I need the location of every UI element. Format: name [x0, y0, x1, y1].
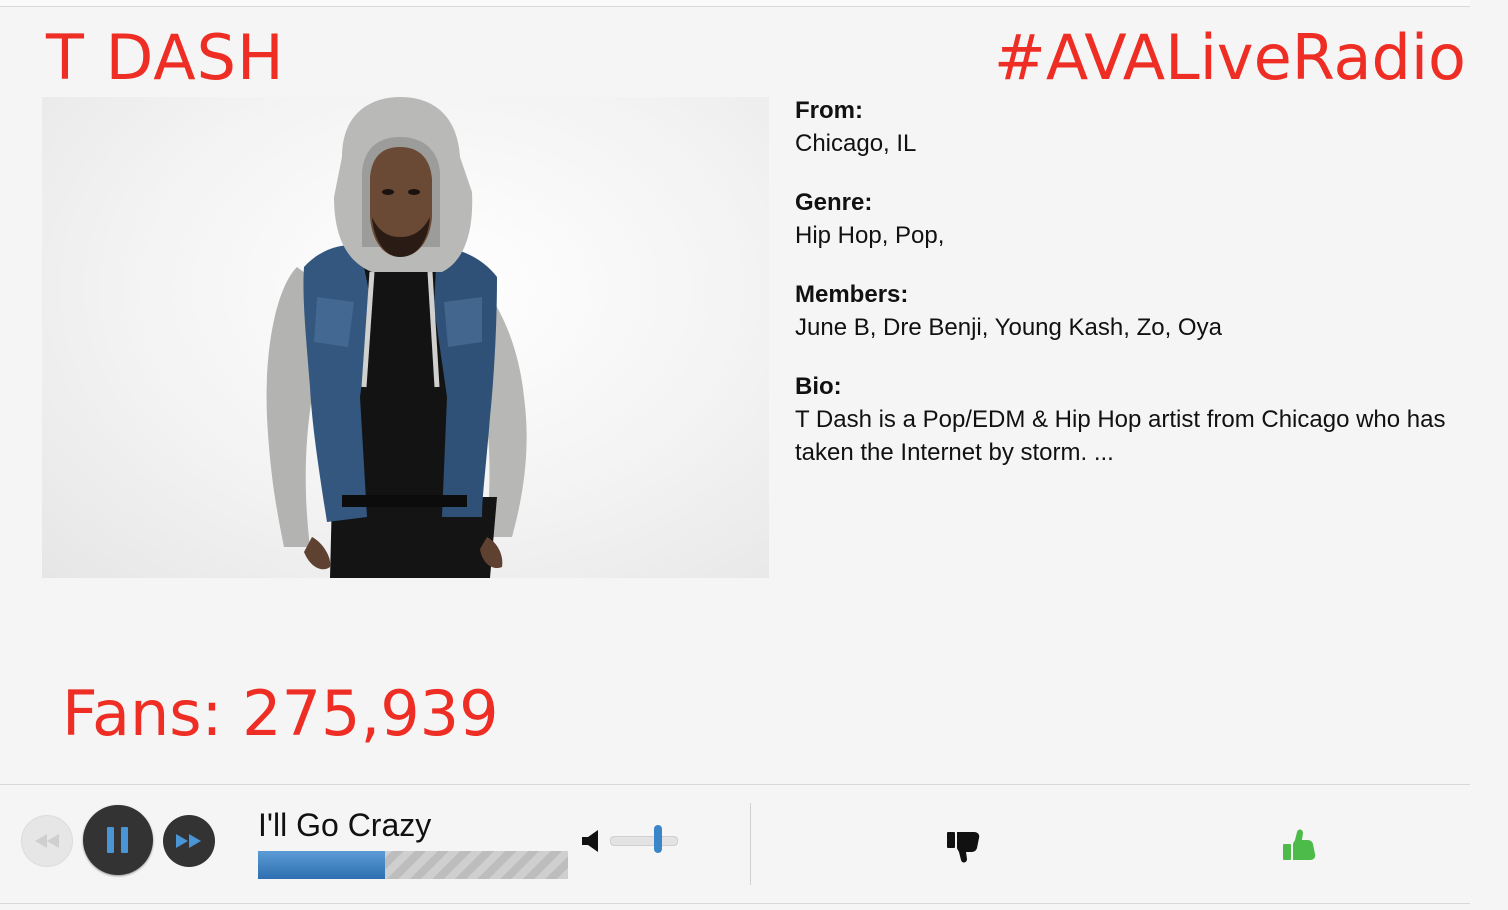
- song-title: I'll Go Crazy: [258, 807, 432, 843]
- audio-player: I'll Go Crazy: [0, 784, 1470, 904]
- fan-count: Fans: 275,939: [62, 677, 499, 750]
- artist-name: T DASH: [46, 21, 285, 94]
- volume-handle[interactable]: [653, 825, 662, 853]
- fast-forward-button[interactable]: [163, 815, 215, 867]
- members-label: Members:: [795, 281, 909, 308]
- rewind-icon: [35, 834, 59, 848]
- thumbs-up-icon[interactable]: [1282, 828, 1318, 864]
- from-label: From:: [795, 97, 863, 124]
- from-value: Chicago, IL: [795, 130, 917, 157]
- artist-photo: [42, 97, 769, 578]
- artist-info: From: Chicago, IL Genre: Hip Hop, Pop, M…: [795, 95, 1475, 496]
- thumbs-down-icon[interactable]: [946, 828, 982, 864]
- top-border: [0, 0, 1470, 7]
- rewind-button[interactable]: [21, 815, 73, 867]
- fast-forward-icon: [176, 834, 201, 848]
- speaker-icon[interactable]: [582, 830, 600, 852]
- pause-icon: [107, 827, 128, 853]
- genre-value: Hip Hop, Pop,: [795, 222, 945, 249]
- station-hashtag: #AVALiveRadio: [993, 21, 1466, 94]
- volume-slider[interactable]: [610, 836, 678, 846]
- divider: [750, 803, 751, 885]
- genre-label: Genre:: [795, 189, 873, 216]
- bio-label: Bio:: [795, 373, 842, 400]
- bio-value: T Dash is a Pop/EDM & Hip Hop artist fro…: [795, 406, 1446, 466]
- progress-fill: [258, 851, 386, 879]
- progress-bar[interactable]: [258, 851, 568, 879]
- pause-button[interactable]: [83, 805, 153, 875]
- members-value: June B, Dre Benji, Young Kash, Zo, Oya: [795, 314, 1222, 341]
